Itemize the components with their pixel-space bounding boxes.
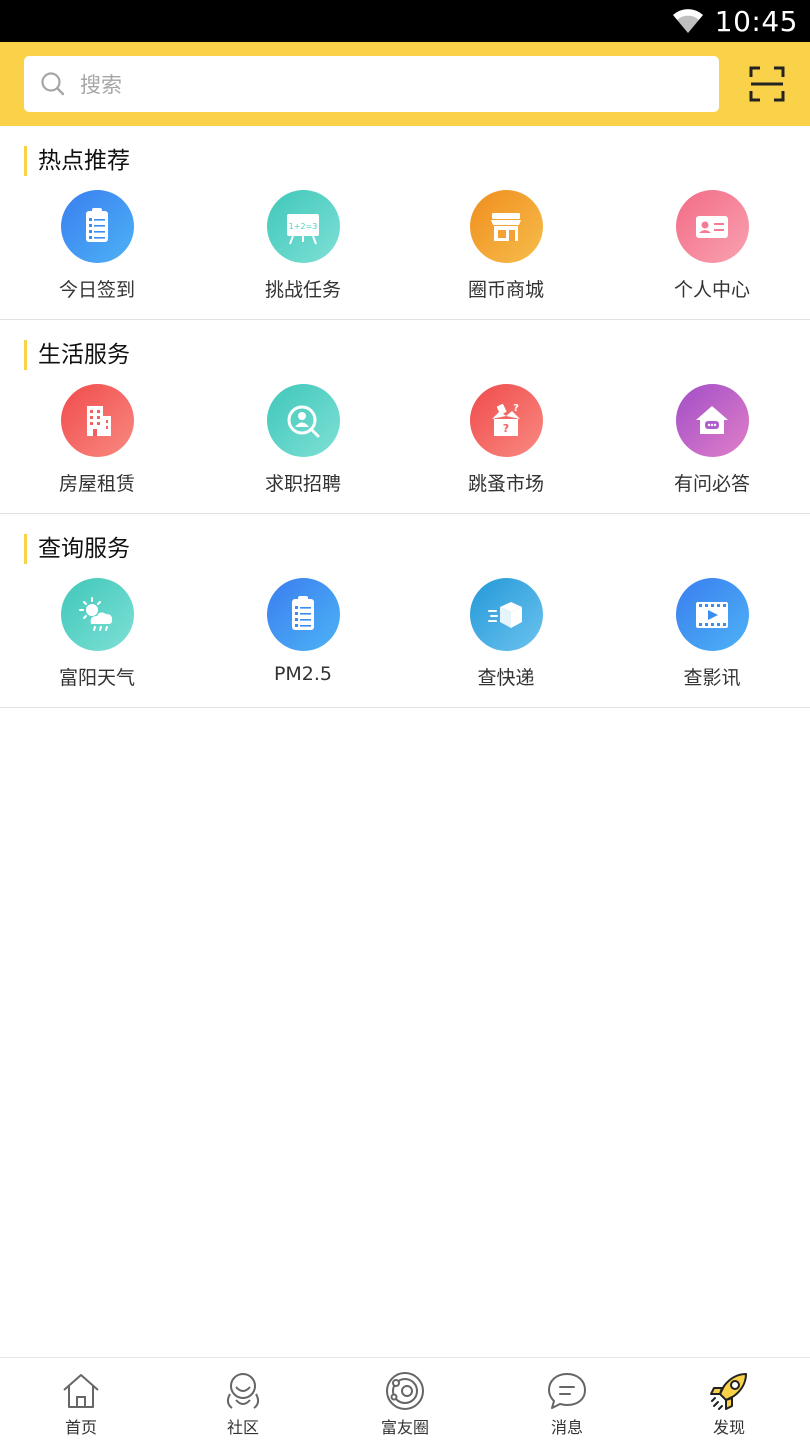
section-hot-recommend: 热点推荐 今日签到 1+2=3 挑战任务 圈币商城 个人中心 (0, 126, 810, 320)
section-life-services: 生活服务 房屋租赁 求职招聘 ?? 跳蚤市场 有问必答 (0, 320, 810, 514)
nav-item-discover[interactable]: 发现 (648, 1358, 810, 1440)
nav-label: 发现 (712, 1418, 745, 1437)
nav-item-community[interactable]: 社区 (162, 1358, 324, 1440)
grid-item-label: 求职招聘 (264, 473, 341, 495)
svg-text:1+2=3: 1+2=3 (289, 222, 318, 231)
grid-item-express[interactable]: 查快递 (405, 578, 607, 696)
person-search-icon (266, 384, 340, 457)
section-title: 热点推荐 (24, 146, 130, 176)
section-title: 生活服务 (24, 340, 130, 370)
weather-icon (60, 578, 134, 651)
building-icon (60, 384, 134, 457)
grid-item-label: PM2.5 (273, 663, 333, 685)
grid-item-label: 今日签到 (58, 279, 135, 301)
grid-item-personal-center[interactable]: 个人中心 (611, 190, 810, 308)
grid-item-label: 挑战任务 (264, 279, 341, 301)
nav-item-home[interactable]: 首页 (0, 1358, 162, 1440)
grid-item-label: 房屋租赁 (58, 473, 135, 495)
home-icon (63, 1374, 99, 1408)
section-title: 查询服务 (24, 534, 130, 564)
grid-item-label: 圈币商城 (467, 279, 544, 301)
clipboard-checklist-icon (60, 190, 134, 263)
grid-item-movie[interactable]: 查影讯 (611, 578, 810, 696)
app-screen: 10:45 搜索 热点推荐 今日签到 1+2=3 挑战任务 圈币商城 个人中心 … (0, 0, 810, 1440)
wifi-icon (672, 9, 703, 33)
rocket-icon (710, 1373, 747, 1410)
search-placeholder: 搜索 (80, 73, 122, 97)
grid-item-qa[interactable]: 有问必答 (611, 384, 810, 502)
status-time: 10:45 (714, 4, 798, 38)
film-icon (675, 578, 749, 651)
nav-item-messages[interactable]: 消息 (486, 1358, 648, 1440)
grid-item-checkin[interactable]: 今日签到 (0, 190, 198, 308)
grid-item-label: 富阳天气 (58, 667, 135, 689)
community-icon (226, 1373, 260, 1409)
grid-item-pm25[interactable]: PM2.5 (202, 578, 404, 696)
grid-item-weather[interactable]: 富阳天气 (0, 578, 198, 696)
bottom-nav: 首页 社区 富友圈 消息 发现 (0, 1357, 810, 1440)
message-icon (548, 1373, 586, 1409)
nav-label: 富友圈 (380, 1418, 429, 1437)
nav-item-circle[interactable]: 富友圈 (324, 1358, 486, 1440)
grid-item-label: 个人中心 (673, 279, 750, 301)
search-input[interactable]: 搜索 (24, 56, 719, 112)
grid-item-label: 有问必答 (673, 473, 750, 495)
search-icon (41, 72, 65, 96)
section-query-services: 查询服务 富阳天气 PM2.5 查快递 查影讯 (0, 514, 810, 708)
clipboard-checklist-icon (266, 578, 340, 651)
mystery-box-icon: ?? (469, 384, 543, 457)
nav-label: 社区 (226, 1418, 259, 1437)
grid-item-label: 查快递 (477, 667, 535, 689)
grid-item-challenge[interactable]: 1+2=3 挑战任务 (202, 190, 404, 308)
scan-icon[interactable] (749, 66, 785, 102)
svg-text:?: ? (503, 422, 509, 435)
package-icon (469, 578, 543, 651)
grid-item-flea-market[interactable]: ?? 跳蚤市场 (405, 384, 607, 502)
grid-item-job-recruitment[interactable]: 求职招聘 (202, 384, 404, 502)
id-card-icon (675, 190, 749, 263)
circle-icon (386, 1372, 424, 1410)
status-bar: 10:45 (0, 0, 810, 42)
svg-text:?: ? (513, 403, 519, 414)
grid-item-coin-mall[interactable]: 圈币商城 (405, 190, 607, 308)
house-chat-icon (675, 384, 749, 457)
whiteboard-icon: 1+2=3 (266, 190, 340, 263)
top-header: 搜索 (0, 42, 810, 126)
grid-item-label: 跳蚤市场 (467, 473, 544, 495)
grid-item-label: 查影讯 (683, 667, 741, 689)
nav-label: 消息 (550, 1418, 583, 1437)
store-icon (469, 190, 543, 263)
grid-item-house-rental[interactable]: 房屋租赁 (0, 384, 198, 502)
nav-label: 首页 (64, 1418, 97, 1437)
